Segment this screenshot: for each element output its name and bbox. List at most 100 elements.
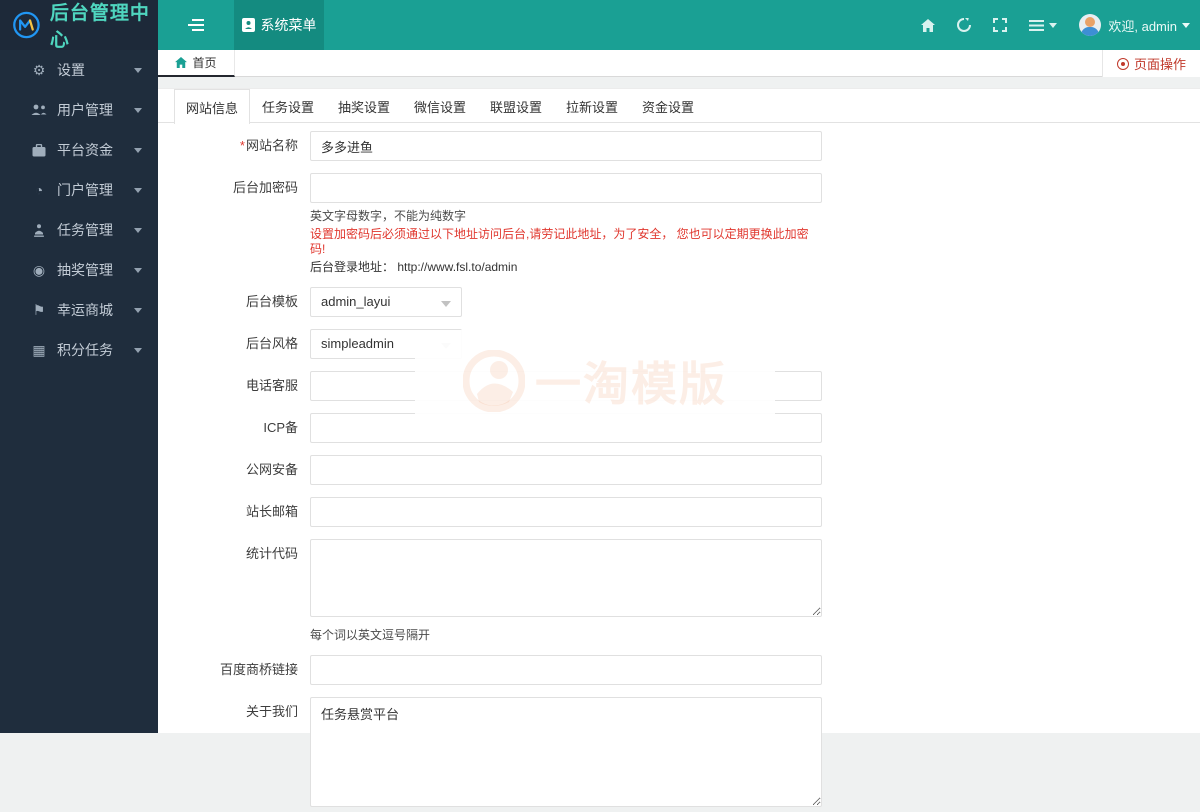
about-us-textarea[interactable]: 任务悬赏平台 [310, 697, 822, 807]
brand-title: 后台管理中心 [49, 3, 150, 51]
funds-icon [30, 143, 48, 157]
chevron-down-icon [134, 187, 142, 193]
site-name-input[interactable] [310, 131, 822, 161]
form-row: 电话客服 [158, 371, 1200, 401]
webmaster-email-input[interactable] [310, 497, 822, 527]
system-menu-icon [241, 18, 255, 32]
sidebar-item-label: 门户管理 [57, 182, 113, 198]
system-menu-button[interactable]: 系统菜单 [234, 0, 324, 50]
form-row: 公网安备 [158, 455, 1200, 485]
baidu-bridge-label: 百度商桥链接 [219, 662, 298, 677]
content-panel: 网站信息 任务设置 抽奖设置 微信设置 联盟设置 拉新设置 资金设置 *网站名称… [158, 88, 1200, 807]
required-asterisk: * [239, 138, 245, 153]
sidebar-item-task-management[interactable]: 任务管理 [0, 210, 158, 250]
more-menu-icon[interactable] [1029, 19, 1058, 31]
lottery-icon: ◉ [32, 261, 46, 278]
system-menu-label: 系统菜单 [260, 17, 317, 33]
form-row: 百度商桥链接 [158, 655, 1200, 685]
tab-funds-settings[interactable]: 资金设置 [630, 89, 706, 123]
form-row: ICP备 [158, 413, 1200, 443]
chevron-down-icon [134, 147, 142, 153]
form-row: 关于我们 任务悬赏平台 [158, 697, 1200, 812]
sidebar-toggle-button[interactable] [158, 0, 234, 50]
tab-site-info[interactable]: 网站信息 [174, 89, 250, 124]
icp-input[interactable] [310, 413, 822, 443]
icp-label: ICP备 [263, 420, 298, 435]
sidebar-item-label: 设置 [57, 62, 85, 78]
form-row: 后台加密码 英文字母数字，不能为纯数字 设置加密码后必须通过以下地址访问后台,请… [158, 173, 1200, 275]
sidebar-item-label: 抽奖管理 [57, 262, 113, 278]
admin-password-warning: 设置加密码后必须通过以下地址访问后台,请劳记此地址，为了安全， 您也可以定期更换… [310, 227, 809, 256]
tab-lottery-settings[interactable]: 抽奖设置 [326, 89, 402, 123]
dot-circle-icon [1116, 57, 1129, 70]
tab-task-settings[interactable]: 任务设置 [250, 89, 326, 123]
site-info-form: *网站名称 后台加密码 英文字母数字，不能为纯数字 设置加密码后必须通过以下地址… [158, 123, 1200, 812]
sidebar-item-points-tasks[interactable]: ▦ 积分任务 [0, 330, 158, 370]
admin-login-address: 后台登录地址： http://www.fsl.to/admin [310, 260, 518, 274]
chevron-down-icon [134, 227, 142, 233]
brand-logo-icon [13, 11, 40, 39]
form-row: 站长邮箱 [158, 497, 1200, 527]
chevron-down-icon [134, 267, 142, 273]
sidebar-item-settings[interactable]: ⚙ 设置 [0, 50, 158, 90]
about-us-label: 关于我们 [245, 704, 298, 719]
form-row: *网站名称 [158, 131, 1200, 161]
portal-icon: ◔ [34, 182, 44, 198]
home-tab-label: 首页 [192, 56, 217, 70]
admin-password-help: 英文字母数字，不能为纯数字 [310, 209, 467, 223]
hamburger-icon [188, 19, 204, 31]
phone-service-input[interactable] [310, 371, 822, 401]
home-tab-icon [175, 57, 188, 68]
public-security-input[interactable] [310, 455, 822, 485]
sidebar-item-lottery-management[interactable]: ◉ 抽奖管理 [0, 250, 158, 290]
settings-tabs: 网站信息 任务设置 抽奖设置 微信设置 联盟设置 拉新设置 资金设置 [158, 89, 1200, 124]
refresh-icon[interactable] [957, 18, 972, 32]
fullscreen-icon[interactable] [993, 18, 1008, 32]
gears-icon: ⚙ [32, 61, 46, 78]
sidebar-item-label: 用户管理 [57, 102, 113, 118]
admin-template-label: 后台模板 [245, 294, 298, 309]
home-icon[interactable] [921, 18, 936, 32]
chevron-down-icon [134, 307, 142, 313]
stats-code-textarea[interactable] [310, 539, 822, 617]
welcome-label: 欢迎, admin [1108, 18, 1177, 34]
form-row: 后台模板 admin_layui [158, 287, 1200, 317]
sidebar-item-label: 积分任务 [57, 342, 113, 358]
open-tabs-strip: 首页 页面操作 [158, 50, 1200, 77]
sidebar-item-user-management[interactable]: 用户管理 [0, 90, 158, 130]
admin-style-label: 后台风格 [245, 336, 298, 351]
header-right-actions: 欢迎, admin [921, 0, 1190, 50]
sidebar-item-label: 幸运商城 [57, 302, 113, 318]
user-menu[interactable]: 欢迎, admin [1079, 14, 1190, 36]
sidebar-item-label: 任务管理 [57, 222, 113, 238]
admin-password-input[interactable] [310, 173, 822, 203]
chevron-down-icon [1049, 22, 1058, 28]
chevron-down-icon [134, 67, 142, 73]
stats-code-help: 每个词以英文逗号隔开 [310, 628, 431, 642]
admin-style-select[interactable]: simpleadmin [310, 329, 462, 359]
tasks-icon [30, 223, 48, 237]
chevron-down-icon [1182, 22, 1190, 28]
admin-password-label: 后台加密码 [232, 180, 298, 195]
chevron-down-icon [134, 347, 142, 353]
avatar [1079, 14, 1102, 36]
admin-template-select[interactable]: admin_layui [310, 287, 462, 317]
tab-home[interactable]: 首页 [158, 50, 235, 77]
brand-logo-area: 后台管理中心 [0, 0, 158, 51]
phone-service-label: 电话客服 [245, 378, 298, 393]
tab-wechat-settings[interactable]: 微信设置 [402, 89, 478, 123]
users-icon [30, 104, 48, 116]
sidebar-item-label: 平台资金 [57, 142, 113, 158]
form-row: 统计代码 每个词以英文逗号隔开 [158, 539, 1200, 643]
mall-icon: ⚑ [32, 301, 46, 318]
sidebar-item-portal-management[interactable]: ◔ 门户管理 [0, 170, 158, 210]
stats-code-label: 统计代码 [245, 546, 298, 561]
tab-referral-settings[interactable]: 拉新设置 [554, 89, 630, 123]
page-actions-button[interactable]: 页面操作 [1101, 50, 1200, 77]
public-security-label: 公网安备 [245, 462, 298, 477]
sidebar-item-platform-funds[interactable]: 平台资金 [0, 130, 158, 170]
baidu-bridge-input[interactable] [310, 655, 822, 685]
tab-alliance-settings[interactable]: 联盟设置 [478, 89, 554, 123]
sidebar-item-lucky-mall[interactable]: ⚑ 幸运商城 [0, 290, 158, 330]
points-icon: ▦ [32, 341, 46, 358]
